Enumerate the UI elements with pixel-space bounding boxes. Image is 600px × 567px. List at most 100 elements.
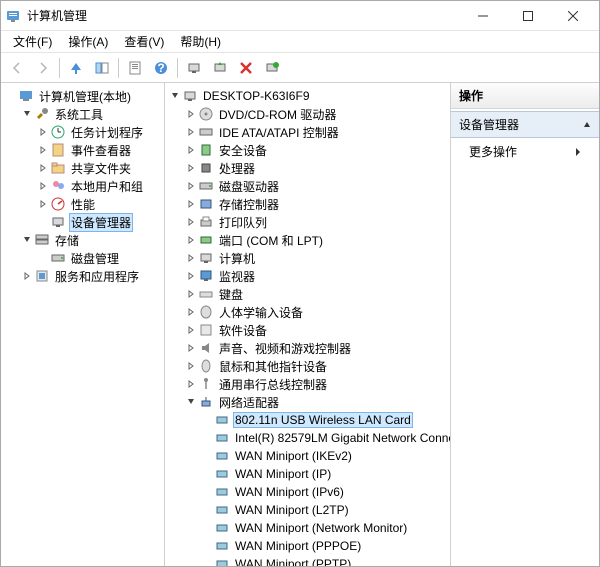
dev-disk[interactable]: 磁盘驱动器 — [183, 177, 448, 195]
expand-icon[interactable] — [37, 162, 49, 174]
dev-nic-4-icon — [214, 484, 230, 500]
collapse-icon[interactable] — [185, 396, 197, 408]
tree-root[interactable]: 计算机管理(本地) — [3, 87, 162, 105]
dev-print[interactable]: 打印队列 — [183, 213, 448, 231]
update-driver-button[interactable] — [208, 56, 232, 80]
maximize-button[interactable] — [505, 1, 550, 31]
dev-nic-8[interactable]: WAN Miniport (PPTP) — [199, 555, 448, 566]
dev-dvd[interactable]: DVD/CD-ROM 驱动器 — [183, 105, 448, 123]
expand-icon[interactable] — [37, 126, 49, 138]
expand-icon[interactable] — [185, 180, 197, 192]
expand-icon[interactable] — [185, 198, 197, 210]
dev-mouse[interactable]: 鼠标和其他指针设备 — [183, 357, 448, 375]
actions-section[interactable]: 设备管理器 — [451, 111, 599, 138]
properties-button[interactable] — [123, 56, 147, 80]
expand-icon[interactable] — [21, 270, 33, 282]
dev-nic-3[interactable]: WAN Miniport (IP) — [199, 465, 448, 483]
tree-device-manager[interactable]: 设备管理器 — [35, 213, 162, 231]
dev-hid-icon — [198, 304, 214, 320]
window-title: 计算机管理 — [27, 7, 460, 24]
dev-nic-0[interactable]: 802.11n USB Wireless LAN Card — [199, 411, 448, 429]
dev-sec[interactable]: 安全设备 — [183, 141, 448, 159]
expand-icon[interactable] — [185, 306, 197, 318]
dev-mon[interactable]: 监视器 — [183, 267, 448, 285]
dev-nic-7-icon — [214, 538, 230, 554]
dev-nic-6-icon — [214, 520, 230, 536]
console-tree-pane[interactable]: 计算机管理(本地) 系统工具 任务计划程序 事件查看器 共享文件夹 — [1, 83, 165, 566]
dev-nic-3-icon — [214, 466, 230, 482]
expand-icon[interactable] — [185, 324, 197, 336]
expand-icon[interactable] — [185, 378, 197, 390]
expand-icon[interactable] — [185, 108, 197, 120]
show-hide-tree-button[interactable] — [90, 56, 114, 80]
dev-nic-6[interactable]: WAN Miniport (Network Monitor) — [199, 519, 448, 537]
dev-ports-icon — [198, 232, 214, 248]
expand-icon[interactable] — [37, 144, 49, 156]
expand-icon[interactable] — [37, 198, 49, 210]
tree-performance[interactable]: 性能 — [35, 195, 162, 213]
computer-mgmt-icon — [18, 88, 34, 104]
tree-shared-folders[interactable]: 共享文件夹 — [35, 159, 162, 177]
close-button[interactable] — [550, 1, 595, 31]
scan-button[interactable] — [182, 56, 206, 80]
help-button[interactable]: ? — [149, 56, 173, 80]
dev-stor-icon — [198, 196, 214, 212]
dev-host[interactable]: DESKTOP-K63I6F9 — [167, 87, 448, 105]
dev-ports[interactable]: 端口 (COM 和 LPT) — [183, 231, 448, 249]
dev-hid[interactable]: 人体学输入设备 — [183, 303, 448, 321]
expand-icon[interactable] — [185, 162, 197, 174]
dev-nic-2[interactable]: WAN Miniport (IKEv2) — [199, 447, 448, 465]
dev-net[interactable]: 网络适配器 — [183, 393, 448, 411]
expand-icon[interactable] — [185, 216, 197, 228]
dev-soft[interactable]: 软件设备 — [183, 321, 448, 339]
tree-event-viewer[interactable]: 事件查看器 — [35, 141, 162, 159]
collapse-icon[interactable] — [21, 108, 33, 120]
expand-icon[interactable] — [185, 144, 197, 156]
tree-local-users[interactable]: 本地用户和组 — [35, 177, 162, 195]
expand-icon[interactable] — [185, 342, 197, 354]
menubar: 文件(F) 操作(A) 查看(V) 帮助(H) — [1, 31, 599, 53]
expand-icon[interactable] — [185, 126, 197, 138]
tree-disk-mgmt[interactable]: 磁盘管理 — [35, 249, 162, 267]
actions-more[interactable]: 更多操作 — [451, 138, 599, 165]
menu-action[interactable]: 操作(A) — [60, 31, 116, 52]
dev-nic-1[interactable]: Intel(R) 82579LM Gigabit Network Connect… — [199, 429, 448, 447]
expand-icon[interactable] — [185, 252, 197, 264]
menu-view[interactable]: 查看(V) — [116, 31, 172, 52]
expand-icon[interactable] — [185, 288, 197, 300]
expand-icon[interactable] — [185, 360, 197, 372]
dev-usb[interactable]: 通用串行总线控制器 — [183, 375, 448, 393]
tree-storage[interactable]: 存储 — [19, 231, 162, 249]
expand-icon[interactable] — [37, 180, 49, 192]
dev-comp-icon — [198, 250, 214, 266]
collapse-icon[interactable] — [169, 90, 181, 102]
dev-cpu-icon — [198, 160, 214, 176]
refresh-button[interactable] — [260, 56, 284, 80]
actions-pane: 操作 设备管理器 更多操作 — [451, 83, 599, 566]
tree-services-apps[interactable]: 服务和应用程序 — [19, 267, 162, 285]
dev-nic-4[interactable]: WAN Miniport (IPv6) — [199, 483, 448, 501]
dev-nic-5[interactable]: WAN Miniport (L2TP) — [199, 501, 448, 519]
minimize-button[interactable] — [460, 1, 505, 31]
device-tree-pane[interactable]: DESKTOP-K63I6F9DVD/CD-ROM 驱动器IDE ATA/ATA… — [165, 83, 451, 566]
disk-icon — [50, 250, 66, 266]
uninstall-button[interactable] — [234, 56, 258, 80]
actions-more-label: 更多操作 — [469, 143, 517, 160]
dev-cpu[interactable]: 处理器 — [183, 159, 448, 177]
collapse-icon[interactable] — [21, 234, 33, 246]
expand-icon[interactable] — [185, 234, 197, 246]
menu-help[interactable]: 帮助(H) — [172, 31, 229, 52]
dev-nic-7[interactable]: WAN Miniport (PPPOE) — [199, 537, 448, 555]
dev-comp[interactable]: 计算机 — [183, 249, 448, 267]
tree-task-scheduler[interactable]: 任务计划程序 — [35, 123, 162, 141]
toolbar: ? — [1, 53, 599, 83]
expand-icon[interactable] — [185, 270, 197, 282]
dev-nic-1-icon — [214, 430, 230, 446]
tree-system-tools[interactable]: 系统工具 — [19, 105, 162, 123]
dev-audio[interactable]: 声音、视频和游戏控制器 — [183, 339, 448, 357]
dev-kbd[interactable]: 键盘 — [183, 285, 448, 303]
dev-ide[interactable]: IDE ATA/ATAPI 控制器 — [183, 123, 448, 141]
up-button[interactable] — [64, 56, 88, 80]
dev-stor[interactable]: 存储控制器 — [183, 195, 448, 213]
menu-file[interactable]: 文件(F) — [5, 31, 60, 52]
